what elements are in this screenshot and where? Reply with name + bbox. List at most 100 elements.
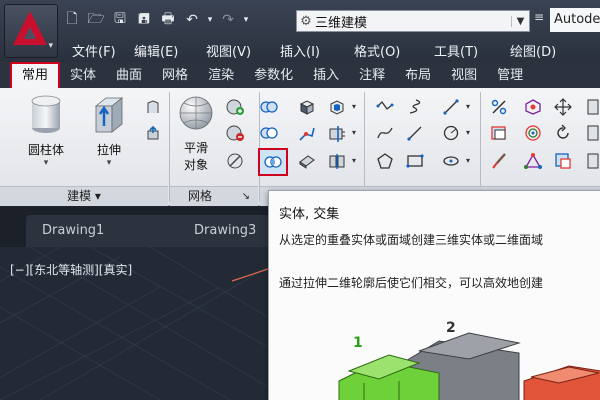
- cylinder-button[interactable]: 圆柱体 ▾: [16, 94, 76, 168]
- move-button[interactable]: [552, 96, 574, 118]
- tab-insert[interactable]: 插入: [303, 62, 349, 88]
- menu-bar: 文件(F) 编辑(E) 视图(V) 插入(I) 格式(O) 工具(T) 绘图(D…: [62, 38, 580, 60]
- thicken-button[interactable]: [296, 150, 318, 172]
- tab-parametric[interactable]: 参数化: [244, 62, 303, 88]
- ray-button[interactable]: [404, 122, 426, 144]
- 3d-rotate-button[interactable]: [522, 122, 544, 144]
- menu-file[interactable]: 文件(F): [72, 38, 134, 60]
- align-button[interactable]: [552, 150, 574, 172]
- polyline-button[interactable]: [374, 96, 396, 118]
- ellipse-button[interactable]: [440, 150, 462, 172]
- tab-render[interactable]: 渲染: [198, 62, 244, 88]
- chevron-down-icon[interactable]: ▾: [352, 156, 356, 165]
- subtract-button[interactable]: [258, 122, 280, 144]
- tab-solid[interactable]: 实体: [60, 62, 106, 88]
- tab-home[interactable]: 常用: [10, 62, 61, 88]
- tool-icon: [587, 125, 599, 141]
- chevron-down-icon[interactable]: ▾: [352, 128, 356, 137]
- separate-icon: [329, 154, 345, 169]
- rotate-button[interactable]: [552, 122, 574, 144]
- open-icon[interactable]: 🗁: [86, 9, 106, 31]
- tool-icon: [587, 99, 599, 115]
- box-edit-button[interactable]: [296, 96, 318, 118]
- extrude-button[interactable]: 拉伸 ▾: [84, 94, 134, 168]
- extrude-label: 拉伸: [96, 143, 121, 157]
- mesh-panel-title[interactable]: 网格 ↘: [170, 186, 258, 206]
- modify-overflow-button[interactable]: [582, 96, 600, 118]
- menu-tools[interactable]: 工具(T): [434, 38, 510, 60]
- intersect-button[interactable]: [258, 148, 288, 176]
- redo-icon[interactable]: ↷: [218, 9, 238, 31]
- chevron-down-icon[interactable]: ▾: [466, 128, 470, 137]
- presspull-button[interactable]: [142, 122, 164, 144]
- line-icon: [443, 99, 459, 115]
- slice-button[interactable]: [326, 122, 348, 144]
- rectangle-button[interactable]: [404, 150, 426, 172]
- polysolid-button[interactable]: [142, 96, 164, 118]
- menu-edit[interactable]: 编辑(E): [134, 38, 206, 60]
- helix-button[interactable]: [404, 96, 426, 118]
- tab-view[interactable]: 视图: [441, 62, 487, 88]
- chevron-down-icon: ▾: [106, 158, 112, 168]
- intersect-illustration: 1 2: [338, 320, 600, 400]
- separate-button[interactable]: [326, 150, 348, 172]
- smooth-sphere-icon: [179, 96, 213, 130]
- mesh-smooth-less-button[interactable]: [224, 122, 246, 144]
- 3d-move-button[interactable]: [522, 96, 544, 118]
- smooth-object-button[interactable]: 平滑 对象: [172, 94, 220, 173]
- 3d-scale-button[interactable]: [522, 150, 544, 172]
- union-button[interactable]: [258, 96, 280, 118]
- chevron-down-icon[interactable]: ▾: [352, 102, 356, 111]
- align-icon: [555, 153, 571, 169]
- fillet-button[interactable]: [488, 122, 510, 144]
- chevron-down-icon[interactable]: ▾: [466, 102, 470, 111]
- application-menu-button[interactable]: ▾: [4, 4, 58, 58]
- scale-button[interactable]: [488, 96, 510, 118]
- label-2: 2: [446, 320, 456, 336]
- tab-manage[interactable]: 管理: [487, 62, 533, 88]
- modify-overflow-button[interactable]: [582, 122, 600, 144]
- shell-button[interactable]: [326, 96, 348, 118]
- menu-draw[interactable]: 绘图(D): [510, 38, 580, 60]
- save-icon[interactable]: 🖫: [110, 9, 130, 31]
- redo-dropdown-icon[interactable]: ▾: [242, 9, 250, 31]
- smooth-label-line2: 对象: [183, 158, 208, 172]
- product-title: Autodes: [550, 8, 600, 32]
- spline-icon: [377, 127, 393, 139]
- menu-format[interactable]: 格式(O): [354, 38, 434, 60]
- modify-overflow-button[interactable]: [582, 150, 600, 172]
- tab-annotate[interactable]: 注释: [349, 62, 395, 88]
- new-icon[interactable]: 🗋: [62, 9, 82, 31]
- thicken-icon: [299, 155, 315, 169]
- line-button[interactable]: [440, 96, 462, 118]
- menu-insert[interactable]: 插入(I): [280, 38, 354, 60]
- customize-qat-icon[interactable]: ≡: [534, 10, 544, 24]
- tab-surface[interactable]: 曲面: [106, 62, 152, 88]
- helix-icon: [409, 99, 421, 114]
- print-icon[interactable]: 🖶: [158, 9, 178, 31]
- cylinder-label: 圆柱体: [27, 143, 64, 157]
- tooltip-intersect: 实体, 交集 从选定的重叠实体或面域创建三维实体或二维面域 通过拉伸二维轮廓后使…: [268, 190, 600, 400]
- tab-mesh[interactable]: 网格: [152, 62, 198, 88]
- undo-icon[interactable]: ↶: [182, 9, 202, 31]
- menu-view[interactable]: 视图(V): [206, 38, 280, 60]
- panel-launcher-icon[interactable]: ↘: [242, 187, 250, 206]
- save-as-icon[interactable]: 🖪: [134, 9, 154, 31]
- spline-button[interactable]: [374, 122, 396, 144]
- mesh-smooth-more-button[interactable]: [224, 96, 246, 118]
- extract-edges-button[interactable]: [296, 122, 318, 144]
- circle-button[interactable]: [440, 122, 462, 144]
- polygon-button[interactable]: [374, 150, 396, 172]
- chevron-down-icon[interactable]: ▾: [466, 156, 470, 165]
- doc-tab-drawing3[interactable]: Drawing3: [178, 215, 273, 247]
- ribbon-tab-bar: 常用 实体 曲面 网格 渲染 参数化 插入 注释 布局 视图 管理: [0, 62, 600, 88]
- tab-layout[interactable]: 布局: [395, 62, 441, 88]
- viewport-controls-label[interactable]: [−][东北等轴测][真实]: [10, 261, 132, 278]
- ray-icon: [407, 126, 422, 141]
- match-properties-button[interactable]: [488, 150, 510, 172]
- autocad-window: ▾ 🗋 🗁 🖫 🖪 🖶 ↶ ▾ ↷ ▾ ⚙ 三维建模 ▼ ≡ Autodes 文…: [0, 0, 600, 400]
- undo-dropdown-icon[interactable]: ▾: [206, 9, 214, 31]
- workspace-select[interactable]: ⚙ 三维建模 ▼: [296, 10, 530, 32]
- modeling-panel-title[interactable]: 建模 ▾: [0, 186, 168, 206]
- refine-mesh-button[interactable]: [224, 150, 246, 172]
